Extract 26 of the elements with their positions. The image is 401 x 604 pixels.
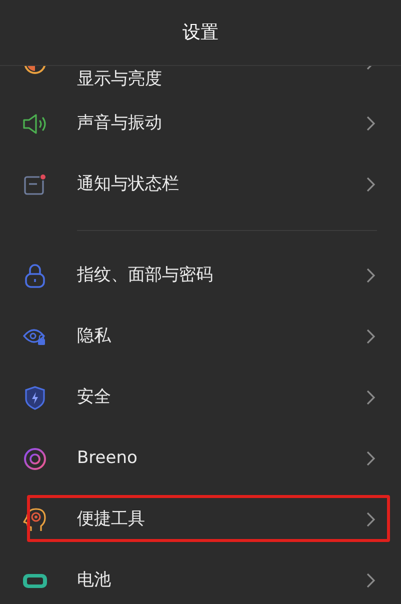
item-label: 便捷工具 bbox=[77, 508, 146, 531]
item-label: 电池 bbox=[77, 568, 112, 592]
settings-item[interactable]: 电池 bbox=[0, 550, 401, 604]
settings-item[interactable]: 声音与振动 bbox=[0, 93, 401, 154]
settings-item[interactable]: 通知与状态栏 bbox=[0, 154, 401, 215]
item-label: 声音与振动 bbox=[77, 112, 163, 135]
item-label: 显示与亮度 bbox=[77, 68, 162, 90]
battery-icon bbox=[22, 572, 48, 588]
settings-item[interactable]: 显示与亮度 bbox=[0, 66, 401, 93]
shield-bolt-icon bbox=[24, 386, 46, 410]
notification-window-icon bbox=[22, 172, 46, 196]
head-profile-icon bbox=[22, 506, 46, 532]
screen-title: 设置 bbox=[182, 21, 218, 45]
settings-item[interactable]: 安全 bbox=[0, 367, 401, 428]
concentric-circles-icon bbox=[22, 446, 46, 470]
item-label: 隐私 bbox=[77, 324, 112, 348]
settings-item[interactable]: Breeno bbox=[0, 428, 401, 489]
speaker-icon bbox=[22, 112, 48, 134]
settings-item[interactable]: 隐私 bbox=[0, 306, 401, 367]
padlock-icon bbox=[24, 262, 46, 288]
settings-item[interactable]: 指纹、面部与密码 bbox=[0, 245, 401, 306]
item-label: 指纹、面部与密码 bbox=[77, 264, 214, 287]
item-label: Breeno bbox=[77, 446, 138, 470]
item-label: 通知与状态栏 bbox=[77, 172, 180, 196]
item-label: 安全 bbox=[77, 386, 112, 409]
settings-item[interactable]: 便捷工具 bbox=[0, 489, 401, 550]
